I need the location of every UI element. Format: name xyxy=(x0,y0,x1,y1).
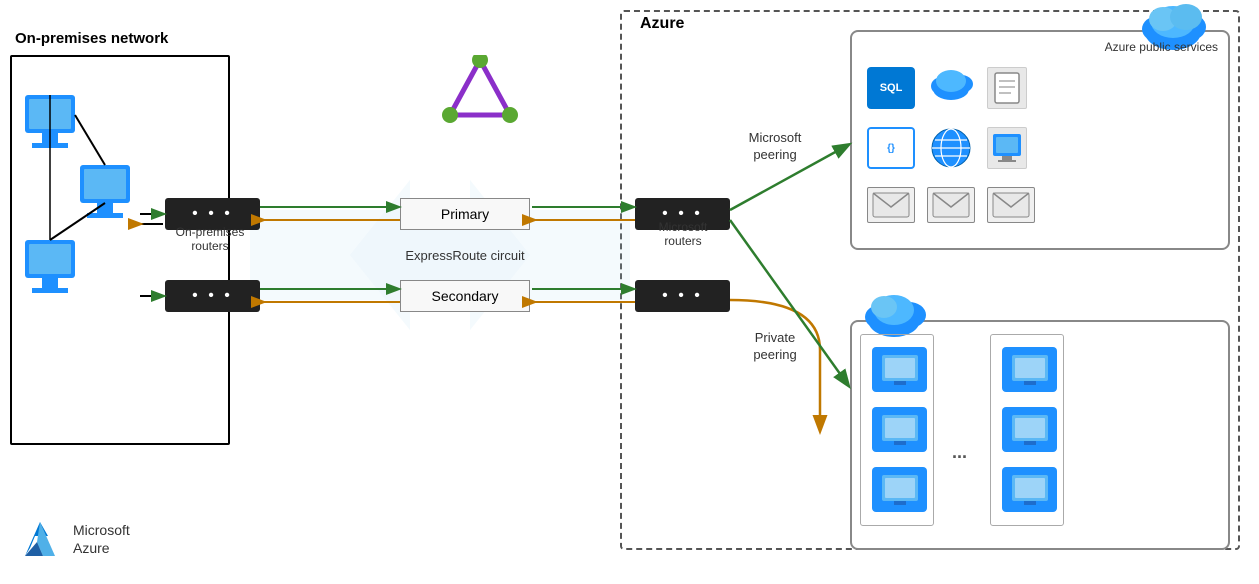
sql-icon: SQL xyxy=(867,67,915,109)
azure-cloud-private-icon xyxy=(862,287,927,339)
primary-label: Primary xyxy=(441,206,489,222)
ms-azure-text: Microsoft Azure xyxy=(73,521,130,557)
doc-icon xyxy=(987,67,1027,109)
private-peering-box: ... xyxy=(850,320,1230,550)
onprem-router-bottom: • • • xyxy=(165,280,260,312)
onprem-computers xyxy=(20,85,150,425)
vm-dots: ... xyxy=(952,442,967,463)
vm-group-left xyxy=(860,334,934,526)
ms-peering-label: Microsoft peering xyxy=(720,130,830,164)
vm-group-right xyxy=(990,334,1064,526)
private-peering-label: Private peering xyxy=(720,330,830,364)
ms-azure-logo: Microsoft Azure xyxy=(15,514,130,564)
secondary-label: Secondary xyxy=(432,288,499,304)
onprem-label: On-premises network xyxy=(15,30,168,47)
globe-icon xyxy=(927,127,975,169)
vm-icon-public xyxy=(987,127,1027,169)
secondary-circuit-box: Secondary xyxy=(400,280,530,312)
onprem-routers-label: On-premises routers xyxy=(155,225,265,254)
azure-public-services-label: Azure public services xyxy=(1105,40,1218,54)
primary-circuit-box: Primary xyxy=(400,198,530,230)
email-icon-2 xyxy=(927,187,975,223)
cloud-icon-1 xyxy=(927,62,975,104)
azure-public-services-box: Azure public services SQL {} xyxy=(850,30,1230,250)
azure-label: Azure xyxy=(640,15,684,33)
azure-logo-icon xyxy=(15,514,65,564)
api-icon: {} xyxy=(867,127,915,169)
ms-routers-label: Microsoft routers xyxy=(628,220,738,249)
expressroute-graph-icon xyxy=(440,55,520,130)
email-icon-1 xyxy=(867,187,915,223)
expressroute-label: ExpressRoute circuit xyxy=(380,248,550,265)
email-icon-3 xyxy=(987,187,1035,223)
ms-router-bottom: • • • xyxy=(635,280,730,312)
